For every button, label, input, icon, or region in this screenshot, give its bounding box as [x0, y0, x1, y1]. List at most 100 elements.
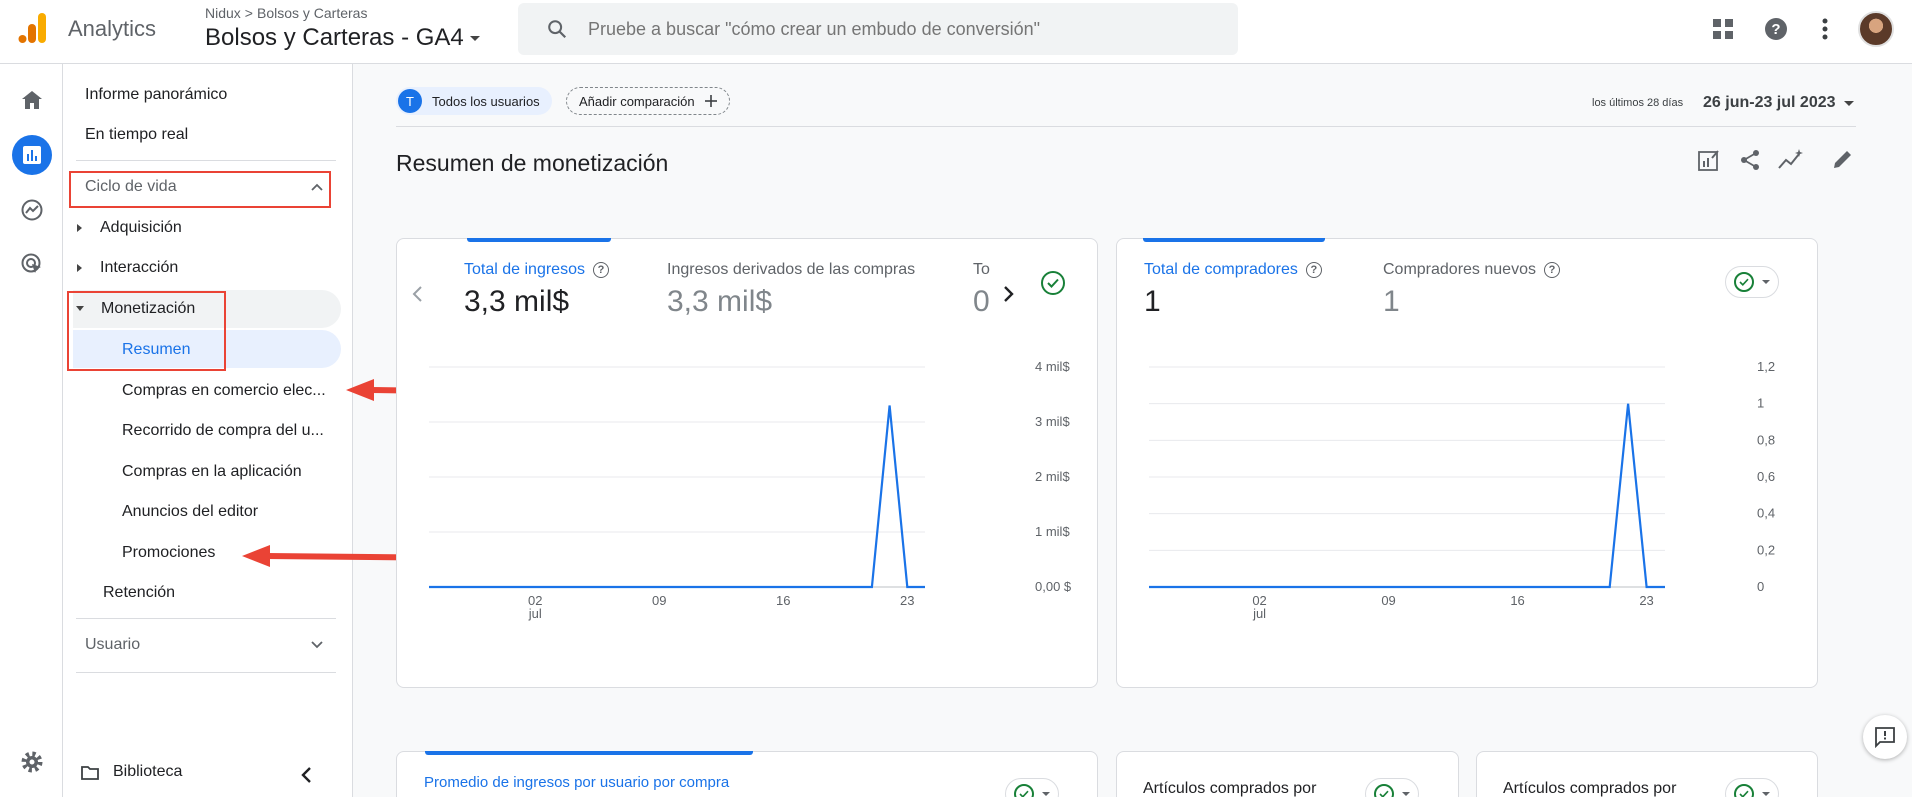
- customize-report-icon[interactable]: [1696, 147, 1722, 173]
- property-selector[interactable]: Bolsos y Carteras - GA4: [205, 24, 480, 52]
- nav-in-app-purchases[interactable]: Compras en la aplicación: [122, 463, 302, 481]
- segment-label: Todos los usuarios: [432, 93, 540, 109]
- check-circle-icon: [1734, 784, 1754, 797]
- date-prefix: los últimos 28 días: [1592, 97, 1684, 109]
- breadcrumb[interactable]: Nidux > Bolsos y Carteras: [205, 5, 367, 21]
- nav-divider: [76, 160, 336, 161]
- comparison-status-button[interactable]: [1005, 778, 1059, 797]
- date-range-label: 26 jun-23 jul 2023: [1703, 94, 1836, 111]
- divider: [396, 126, 1856, 127]
- analytics-logo-icon: [18, 13, 46, 43]
- items-card-2: Artículos comprados por: [1476, 751, 1818, 797]
- nav-publisher-ads[interactable]: Anuncios del editor: [122, 503, 258, 521]
- help-icon[interactable]: ?: [1763, 16, 1789, 42]
- x-month-label: jul: [1252, 606, 1266, 621]
- nav-promotions[interactable]: Promociones: [122, 544, 215, 562]
- more-vert-icon[interactable]: [1812, 16, 1838, 42]
- chevron-down-icon: [1042, 792, 1050, 796]
- y-tick-label: 3 mil$: [1035, 414, 1070, 429]
- items-card-1: Artículos comprados por: [1116, 751, 1459, 797]
- buyers-chart: 0 0,2 0,4 0,6 0,8 1 1,2 02 09 16 23 jul: [1117, 239, 1819, 689]
- chevron-down-icon: [1843, 100, 1854, 106]
- bottom-card-title[interactable]: Promedio de ingresos por usuario por com…: [424, 774, 729, 791]
- comparison-status-button[interactable]: [1725, 778, 1779, 797]
- y-tick-label: 1 mil$: [1035, 524, 1070, 539]
- y-tick-label: 0: [1757, 579, 1764, 594]
- plus-icon: [704, 95, 717, 107]
- nav-retention[interactable]: Retención: [103, 584, 175, 602]
- y-tick-label: 0,4: [1757, 506, 1775, 521]
- add-comparison-label: Añadir comparación: [579, 93, 695, 109]
- nav-acquisition[interactable]: Adquisición: [77, 219, 182, 237]
- home-icon[interactable]: [12, 80, 52, 120]
- nav-divider: [76, 618, 336, 619]
- edit-icon[interactable]: [1829, 147, 1855, 173]
- search-input[interactable]: [588, 18, 1188, 40]
- nav-overview[interactable]: Informe panorámico: [85, 86, 227, 104]
- active-tab-indicator: [425, 751, 753, 755]
- date-range-selector[interactable]: 26 jun-23 jul 2023: [1703, 94, 1854, 112]
- x-tick-label: 23: [1639, 593, 1653, 608]
- y-tick-label: 4 mil$: [1035, 359, 1070, 374]
- x-tick-label: 16: [776, 593, 790, 608]
- highlight-box: [69, 171, 331, 208]
- add-comparison-button[interactable]: Añadir comparación: [566, 87, 730, 115]
- explore-icon[interactable]: [12, 190, 52, 230]
- revenue-chart: 0,00 $1 mil$ 2 mil$ 3 mil$ 4 mil$ 02 09 16 23 ju…: [397, 239, 1099, 689]
- y-tick-label: 0,8: [1757, 432, 1775, 447]
- feedback-button[interactable]: [1863, 715, 1907, 759]
- advertising-icon[interactable]: [12, 244, 52, 284]
- chevron-down-icon: [311, 641, 323, 649]
- reports-icon[interactable]: [12, 135, 52, 175]
- settings-icon[interactable]: [12, 742, 52, 782]
- breadcrumb-account[interactable]: Nidux: [205, 5, 241, 21]
- y-tick-label: 0,00 $: [1035, 579, 1072, 594]
- series-line: [429, 405, 925, 589]
- nav-engagement-label: Interacción: [100, 259, 179, 276]
- left-rail: [0, 64, 63, 797]
- y-tick-label: 1: [1757, 396, 1764, 411]
- y-tick-label: 1,2: [1757, 359, 1775, 374]
- nav-ecommerce-purchases[interactable]: Compras en comercio elec...: [122, 382, 326, 400]
- chevron-down-icon: [469, 35, 480, 41]
- y-tick-label: 0,6: [1757, 469, 1775, 484]
- sidebar-nav: Informe panorámico En tiempo real Ciclo …: [63, 64, 353, 797]
- highlight-box: [67, 291, 226, 371]
- y-tick-label: 0,2: [1757, 542, 1775, 557]
- x-tick-label: 09: [652, 593, 666, 608]
- bottom-card-title: Artículos comprados por: [1143, 780, 1317, 797]
- check-circle-icon: [1014, 784, 1034, 797]
- segment-chip[interactable]: T Todos los usuarios: [396, 87, 552, 115]
- insights-icon[interactable]: [1778, 147, 1804, 173]
- buyers-card: Total de compradores? 1 Compradores nuev…: [1116, 238, 1818, 688]
- share-icon[interactable]: [1737, 147, 1763, 173]
- property-name: Bolsos y Carteras - GA4: [205, 24, 464, 51]
- nav-divider: [76, 672, 336, 673]
- section-user-label: Usuario: [85, 636, 141, 653]
- nav-engagement[interactable]: Interacción: [77, 259, 178, 277]
- search-icon: [548, 20, 567, 39]
- revenue-card: Total de ingresos? 3,3 mil$ Ingresos der…: [396, 238, 1098, 688]
- chevron-down-icon: [1762, 792, 1770, 796]
- feedback-icon: [1875, 727, 1895, 748]
- avatar[interactable]: [1858, 11, 1894, 47]
- comparison-status-button[interactable]: [1365, 778, 1419, 797]
- chevron-down-icon: [1402, 792, 1410, 796]
- caret-right-icon: [77, 223, 82, 232]
- caret-right-icon: [77, 263, 82, 272]
- section-user[interactable]: Usuario: [73, 628, 331, 662]
- nav-purchase-journey[interactable]: Recorrido de compra del u...: [122, 422, 324, 440]
- apps-grid-icon[interactable]: [1710, 16, 1736, 42]
- search-bar[interactable]: [518, 3, 1238, 55]
- folder-icon: [81, 765, 99, 780]
- check-circle-icon: [1374, 784, 1394, 797]
- y-tick-label: 2 mil$: [1035, 469, 1070, 484]
- avg-revenue-card: Promedio de ingresos por usuario por com…: [396, 751, 1098, 797]
- nav-library[interactable]: Biblioteca: [81, 763, 182, 781]
- svg-text:?: ?: [1771, 21, 1780, 38]
- nav-realtime[interactable]: En tiempo real: [85, 126, 188, 144]
- page-title: Resumen de monetización: [396, 150, 669, 176]
- x-tick-label: 16: [1510, 593, 1524, 608]
- breadcrumb-property[interactable]: Bolsos y Carteras: [257, 5, 367, 21]
- chevron-left-icon[interactable]: [300, 766, 312, 784]
